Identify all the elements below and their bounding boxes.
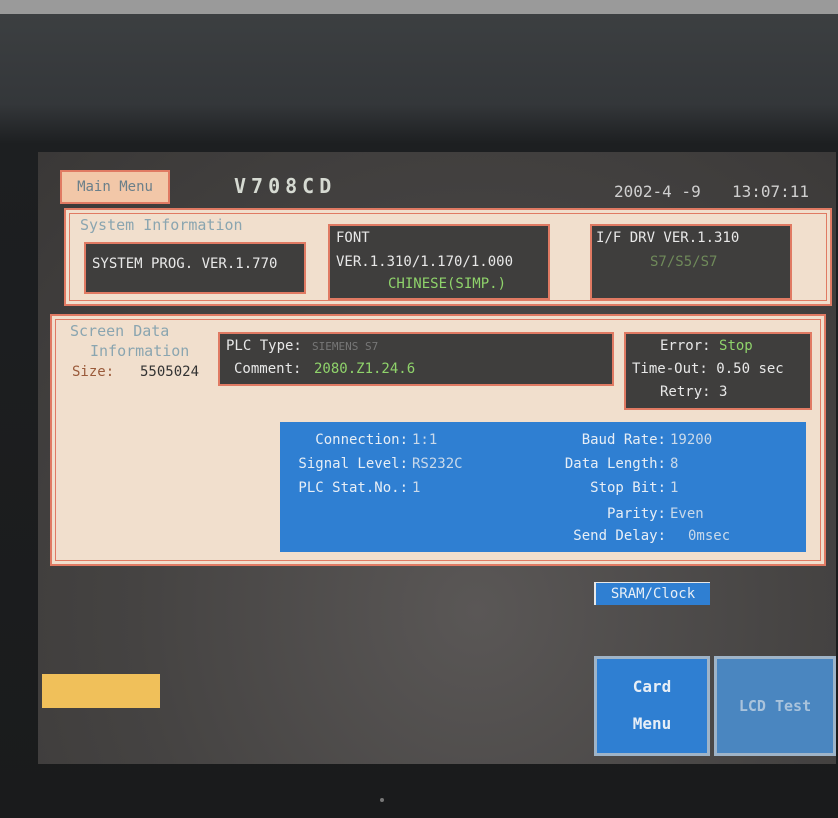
comment-label: Comment: bbox=[234, 361, 302, 377]
size-label: Size: bbox=[72, 364, 115, 380]
stop-bit-label: Stop Bit: bbox=[590, 480, 666, 496]
card-menu-button[interactable]: Card Menu bbox=[594, 656, 710, 756]
connection-value: 1:1 bbox=[412, 432, 438, 448]
font-language: CHINESE(SIMP.) bbox=[388, 276, 507, 292]
sram-clock-button[interactable]: SRAM/Clock bbox=[594, 582, 710, 605]
plc-type-value: SIEMENS S7 bbox=[312, 340, 379, 353]
if-driver-box: I/F DRV VER.1.310 S7/S5/S7 bbox=[590, 224, 792, 300]
hmi-screen: Main Menu V708CD 2002-4 -9 13:07:11 Syst… bbox=[38, 152, 836, 764]
error-label: Error: bbox=[660, 338, 711, 354]
if-driver-subtext: S7/S5/S7 bbox=[650, 254, 718, 270]
timeout-label: Time-Out: bbox=[632, 361, 708, 377]
card-menu-line1: Card bbox=[632, 677, 672, 696]
date-display: 2002-4 -9 bbox=[614, 182, 701, 201]
device-screw-dot bbox=[380, 798, 384, 802]
if-driver-version: I/F DRV VER.1.310 bbox=[596, 230, 740, 246]
font-label: FONT bbox=[336, 230, 370, 246]
time-display: 13:07:11 bbox=[732, 182, 810, 201]
timeout-value: 0.50 bbox=[716, 361, 751, 377]
plc-station-value: 1 bbox=[412, 480, 421, 496]
signal-level-value: RS232C bbox=[412, 456, 463, 472]
connection-label: Connection: bbox=[315, 432, 408, 448]
screen-data-panel: Screen Data Information Size: 5505024 PL… bbox=[50, 314, 826, 566]
lcd-test-button[interactable]: LCD Test bbox=[714, 656, 836, 756]
signal-level-label: Signal Level: bbox=[298, 456, 408, 472]
stop-bit-value: 1 bbox=[670, 480, 679, 496]
parity-value: Even bbox=[670, 506, 704, 522]
baud-rate-label: Baud Rate: bbox=[581, 432, 666, 448]
plc-type-label: PLC Type: bbox=[226, 338, 302, 354]
font-version: VER.1.310/1.170/1.000 bbox=[336, 254, 514, 270]
data-length-label: Data Length: bbox=[564, 456, 666, 472]
system-prog-version: SYSTEM PROG. VER.1.770 bbox=[92, 256, 278, 272]
timeout-row: Time-Out: 0.50 sec bbox=[632, 361, 784, 377]
timeout-unit: sec bbox=[758, 361, 784, 377]
retry-label: Retry: bbox=[660, 384, 711, 400]
plc-info-box: PLC Type: SIEMENS S7 Comment: 2080.Z1.24… bbox=[218, 332, 614, 386]
error-settings-box: Error: Stop Time-Out: 0.50 sec Retry: 3 bbox=[624, 332, 812, 410]
information-heading: Information bbox=[90, 342, 190, 360]
main-menu-button[interactable]: Main Menu bbox=[60, 170, 170, 204]
baud-rate-value: 19200 bbox=[670, 432, 713, 448]
communication-settings-box: Connection: 1:1 Signal Level: RS232C PLC… bbox=[280, 422, 806, 552]
device-top-edge bbox=[0, 0, 838, 14]
card-menu-line2: Menu bbox=[632, 714, 672, 733]
retry-value: 3 bbox=[719, 384, 728, 400]
send-delay-label: Send Delay: bbox=[573, 528, 666, 544]
system-prog-box: SYSTEM PROG. VER.1.770 bbox=[84, 242, 306, 294]
size-value: 5505024 bbox=[140, 364, 200, 380]
error-value: Stop bbox=[719, 338, 753, 354]
data-length-value: 8 bbox=[670, 456, 679, 472]
system-information-heading: System Information bbox=[80, 216, 243, 234]
system-information-panel: System Information SYSTEM PROG. VER.1.77… bbox=[64, 208, 832, 306]
plc-station-label: PLC Stat.No.: bbox=[298, 480, 408, 496]
comment-value: 2080.Z1.24.6 bbox=[314, 361, 416, 377]
retry-row: Retry: 3 bbox=[660, 384, 727, 400]
error-row: Error: Stop bbox=[660, 338, 753, 354]
status-bar-indicator[interactable] bbox=[42, 674, 160, 708]
screen-data-heading: Screen Data bbox=[70, 322, 170, 340]
send-delay-value: 0msec bbox=[688, 528, 731, 544]
model-title: V708CD bbox=[234, 174, 337, 198]
parity-label: Parity: bbox=[606, 506, 666, 522]
font-box: FONT VER.1.310/1.170/1.000 CHINESE(SIMP.… bbox=[328, 224, 550, 300]
